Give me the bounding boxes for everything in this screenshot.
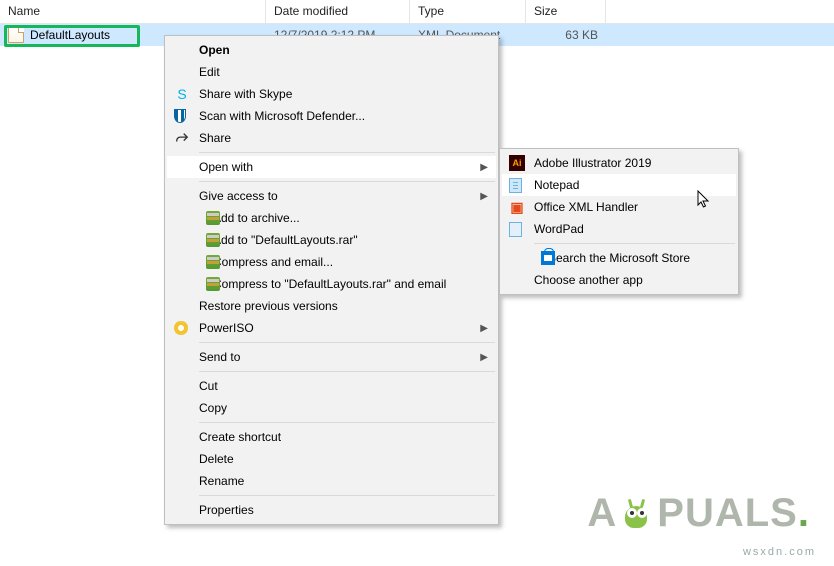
context-menu: Open Edit SShare with Skype Scan with Mi…	[164, 35, 499, 525]
file-icon	[8, 27, 24, 43]
winrar-icon	[206, 211, 220, 225]
submenu-wordpad[interactable]: WordPad	[502, 218, 736, 240]
menu-share-skype[interactable]: SShare with Skype	[167, 83, 496, 105]
menu-share[interactable]: Share	[167, 127, 496, 149]
menu-separator	[199, 181, 495, 182]
winrar-icon	[206, 233, 220, 247]
mascot-icon	[619, 496, 655, 532]
file-explorer-window: { "columns": { "name": "Name", "date": "…	[0, 0, 834, 566]
winrar-icon	[206, 277, 220, 291]
submenu-arrow-icon: ▶	[480, 162, 488, 173]
column-header-type[interactable]: Type	[410, 0, 526, 23]
menu-give-access[interactable]: Give access to▶	[167, 185, 496, 207]
menu-delete[interactable]: Delete	[167, 448, 496, 470]
column-header-name[interactable]: Name	[0, 0, 266, 23]
menu-compress-rar-email[interactable]: Compress to "DefaultLayouts.rar" and ema…	[167, 273, 496, 295]
winrar-icon	[206, 255, 220, 269]
illustrator-icon: Ai	[509, 155, 525, 171]
open-with-submenu: AiAdobe Illustrator 2019 Notepad ▣Office…	[499, 148, 739, 295]
menu-poweriso[interactable]: PowerISO▶	[167, 317, 496, 339]
watermark-logo: A PUALS .	[587, 491, 810, 536]
menu-add-archive[interactable]: Add to archive...	[167, 207, 496, 229]
file-name-label: DefaultLayouts	[30, 28, 110, 42]
menu-add-rar[interactable]: Add to "DefaultLayouts.rar"	[167, 229, 496, 251]
menu-properties[interactable]: Properties	[167, 499, 496, 521]
menu-separator	[199, 152, 495, 153]
brand-text: A	[587, 491, 617, 536]
submenu-choose-another[interactable]: Choose another app	[502, 269, 736, 291]
menu-rename[interactable]: Rename	[167, 470, 496, 492]
mouse-cursor-icon	[697, 190, 711, 210]
menu-separator	[199, 371, 495, 372]
wordpad-icon	[509, 222, 522, 237]
notepad-icon	[509, 178, 522, 193]
watermark-site: wsxdn.com	[743, 546, 816, 558]
office-xml-icon: ▣	[509, 199, 525, 215]
share-icon	[174, 130, 190, 146]
menu-open-with[interactable]: Open with▶	[167, 156, 496, 178]
brand-dot: .	[798, 491, 810, 536]
submenu-illustrator[interactable]: AiAdobe Illustrator 2019	[502, 152, 736, 174]
poweriso-icon	[174, 321, 188, 335]
menu-create-shortcut[interactable]: Create shortcut	[167, 426, 496, 448]
menu-open[interactable]: Open	[167, 39, 496, 61]
submenu-search-store[interactable]: Search the Microsoft Store	[502, 247, 736, 269]
submenu-arrow-icon: ▶	[480, 352, 488, 363]
menu-separator	[199, 342, 495, 343]
menu-scan-defender[interactable]: Scan with Microsoft Defender...	[167, 105, 496, 127]
column-header-date[interactable]: Date modified	[266, 0, 410, 23]
file-size-cell: 63 KB	[526, 26, 606, 44]
menu-send-to[interactable]: Send to▶	[167, 346, 496, 368]
menu-cut[interactable]: Cut	[167, 375, 496, 397]
column-headers: Name Date modified Type Size	[0, 0, 834, 24]
menu-separator	[199, 495, 495, 496]
menu-edit[interactable]: Edit	[167, 61, 496, 83]
menu-copy[interactable]: Copy	[167, 397, 496, 419]
ms-store-icon	[541, 251, 555, 265]
defender-icon	[174, 109, 186, 123]
menu-separator	[534, 243, 735, 244]
menu-compress-email[interactable]: Compress and email...	[167, 251, 496, 273]
submenu-arrow-icon: ▶	[480, 323, 488, 334]
menu-separator	[199, 422, 495, 423]
brand-text: PUALS	[657, 491, 798, 536]
skype-icon: S	[174, 86, 190, 102]
submenu-arrow-icon: ▶	[480, 191, 488, 202]
column-header-size[interactable]: Size	[526, 0, 606, 23]
menu-restore-previous[interactable]: Restore previous versions	[167, 295, 496, 317]
